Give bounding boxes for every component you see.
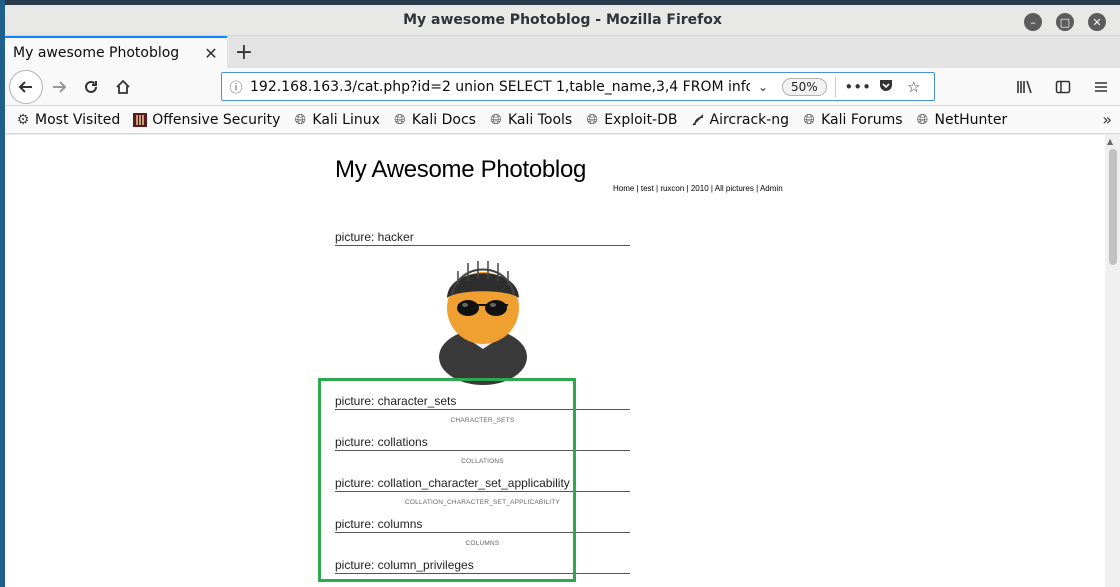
new-tab-icon[interactable]: + bbox=[227, 36, 261, 68]
url-separator bbox=[834, 76, 836, 97]
tab-photoblog[interactable]: My awesome Photoblog ✕ bbox=[5, 36, 227, 68]
photoblog-page: My Awesome Photoblog Home | test | ruxco… bbox=[335, 135, 795, 574]
picture-title[interactable]: picture: hacker bbox=[335, 230, 630, 246]
picture-entry-hacker: picture: hacker bbox=[335, 230, 630, 246]
highlight-box bbox=[318, 378, 576, 582]
bookmark-label: NetHunter bbox=[934, 111, 1008, 128]
globe-icon: 🌐︎ bbox=[490, 111, 502, 128]
bookmark-label: Most Visited bbox=[35, 111, 121, 128]
bookmark-kali-forums[interactable]: 🌐︎ Kali Forums bbox=[801, 112, 902, 128]
reload-icon[interactable] bbox=[75, 71, 107, 103]
bookmark-kali-tools[interactable]: 🌐︎ Kali Tools bbox=[488, 112, 572, 128]
home-icon[interactable] bbox=[107, 71, 139, 103]
aircrack-icon bbox=[690, 112, 706, 128]
nav-link-admin[interactable]: Admin bbox=[760, 184, 783, 193]
bookmark-label: Kali Linux bbox=[312, 111, 380, 128]
minimize-icon[interactable]: – bbox=[1024, 13, 1042, 31]
bookmark-label: Exploit-DB bbox=[604, 111, 678, 128]
bookmarks-toolbar: ⚙ Most Visited Offensive Security 🌐︎ Kal… bbox=[5, 106, 1120, 134]
nav-link-ruxcon[interactable]: ruxcon bbox=[660, 184, 684, 193]
back-arrow-icon[interactable] bbox=[9, 69, 43, 104]
chevron-down-icon[interactable]: ⌄ bbox=[750, 80, 776, 94]
bookmark-kali-docs[interactable]: 🌐︎ Kali Docs bbox=[392, 112, 476, 128]
title-bar: My awesome Photoblog - Mozilla Firefox –… bbox=[5, 5, 1120, 36]
sidebar-icon[interactable] bbox=[1044, 71, 1082, 103]
library-icon[interactable] bbox=[1006, 71, 1044, 103]
bookmark-aircrack-ng[interactable]: Aircrack-ng bbox=[690, 111, 790, 128]
nav-link-2010[interactable]: 2010 bbox=[691, 184, 709, 193]
scroll-up-icon[interactable]: ▲ bbox=[1107, 137, 1113, 146]
bookmark-label: Kali Docs bbox=[411, 111, 476, 128]
bookmark-label: Kali Forums bbox=[821, 111, 903, 128]
vertical-scrollbar[interactable]: ▲ bbox=[1105, 135, 1120, 587]
bookmark-offensive-security[interactable]: Offensive Security bbox=[132, 112, 280, 128]
toolbar-right bbox=[1006, 71, 1120, 103]
navigation-bar: ⓘ 192.168.163.3/cat.php?id=2 union SELEC… bbox=[5, 68, 1120, 106]
page-actions-icon[interactable]: ••• bbox=[844, 78, 872, 96]
scroll-thumb[interactable] bbox=[1109, 149, 1117, 265]
tab-close-icon[interactable]: ✕ bbox=[203, 44, 219, 63]
maximize-icon[interactable]: □ bbox=[1056, 13, 1074, 31]
gear-icon: ⚙ bbox=[16, 111, 30, 128]
bookmark-nethunter[interactable]: 🌐︎ NetHunter bbox=[915, 111, 1008, 128]
firefox-window: My awesome Photoblog - Mozilla Firefox –… bbox=[5, 5, 1120, 587]
bookmark-label: Kali Tools bbox=[507, 111, 573, 128]
bookmark-label: Aircrack-ng bbox=[709, 111, 790, 128]
url-text[interactable]: 192.168.163.3/cat.php?id=2 union SELECT … bbox=[250, 79, 750, 95]
page-content: My Awesome Photoblog Home | test | ruxco… bbox=[5, 135, 1105, 587]
bookmark-label: Offensive Security bbox=[152, 111, 281, 128]
nav-link-all-pictures[interactable]: All pictures bbox=[715, 184, 754, 193]
double-chevron-right-icon[interactable]: » bbox=[1102, 110, 1112, 129]
nav-link-home[interactable]: Home bbox=[613, 184, 634, 193]
url-bar[interactable]: ⓘ 192.168.163.3/cat.php?id=2 union SELEC… bbox=[221, 72, 935, 101]
hacker-image[interactable] bbox=[438, 253, 528, 385]
globe-icon: 🌐︎ bbox=[394, 111, 406, 128]
site-title: My Awesome Photoblog bbox=[335, 156, 587, 183]
menu-icon[interactable] bbox=[1082, 71, 1120, 103]
info-icon[interactable]: ⓘ bbox=[222, 77, 250, 96]
bookmark-kali-linux[interactable]: 🌐︎ Kali Linux bbox=[292, 111, 380, 128]
zoom-level[interactable]: 50% bbox=[782, 77, 827, 96]
globe-icon: 🌐︎ bbox=[803, 111, 815, 128]
window-controls: – □ ✕ bbox=[1024, 13, 1106, 31]
close-icon[interactable]: ✕ bbox=[1088, 13, 1106, 31]
globe-icon: 🌐︎ bbox=[916, 111, 929, 128]
globe-icon: 🌐︎ bbox=[586, 111, 598, 128]
bookmark-star-icon[interactable]: ☆ bbox=[900, 78, 928, 96]
pocket-icon[interactable] bbox=[872, 77, 900, 97]
site-nav: Home | test | ruxcon | 2010 | All pictur… bbox=[613, 184, 783, 193]
nav-link-test[interactable]: test bbox=[641, 184, 654, 193]
bookmark-most-visited[interactable]: ⚙ Most Visited bbox=[15, 111, 121, 128]
offsec-icon bbox=[132, 112, 148, 128]
forward-arrow-icon[interactable] bbox=[43, 71, 75, 103]
globe-icon: 🌐︎ bbox=[294, 111, 306, 128]
tab-label: My awesome Photoblog bbox=[13, 45, 180, 61]
window-title: My awesome Photoblog - Mozilla Firefox bbox=[403, 12, 722, 28]
bookmark-exploit-db[interactable]: 🌐︎ Exploit-DB bbox=[584, 111, 678, 128]
tab-strip: My awesome Photoblog ✕ + bbox=[5, 36, 1120, 68]
